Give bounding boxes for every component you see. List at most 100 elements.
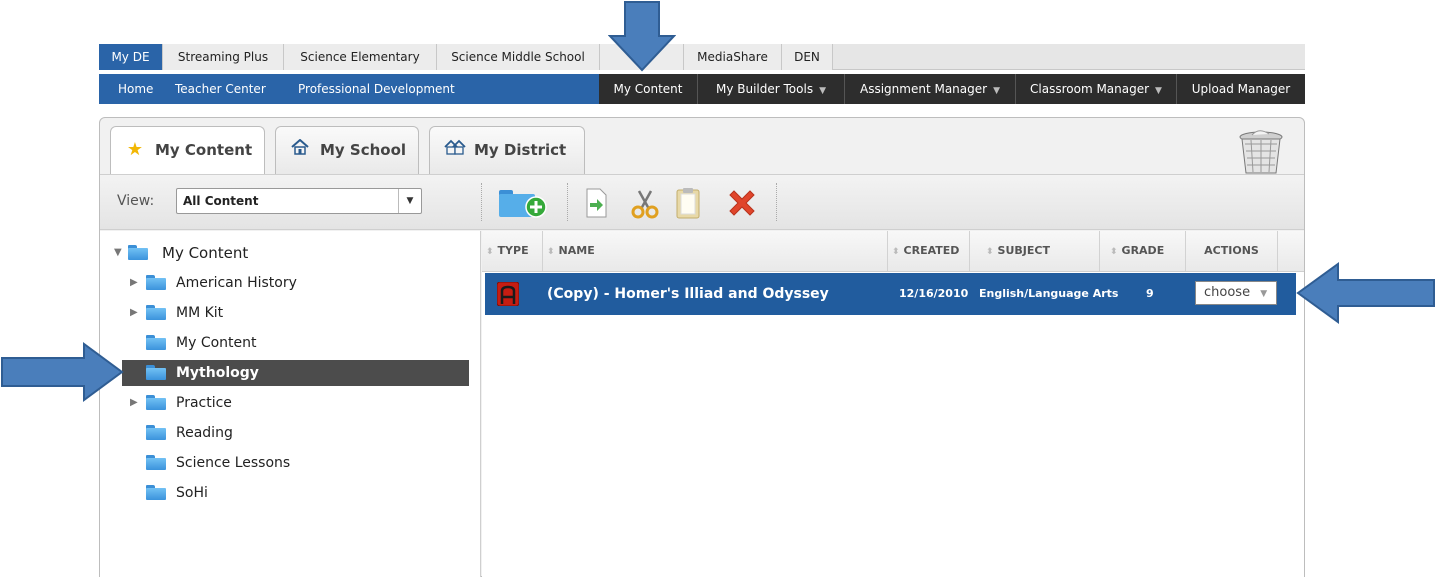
expand-arrow-icon: ▼ (114, 247, 122, 258)
column-header-grade-label: GRADE (1121, 244, 1165, 257)
callout-arrow-right-icon (1, 342, 124, 402)
column-header-actions: ACTIONS (1186, 231, 1278, 271)
folder-icon (146, 305, 166, 320)
tab-my-school-label: My School (320, 141, 407, 159)
trash-icon[interactable] (1235, 128, 1287, 176)
column-header-actions-label: ACTIONS (1204, 244, 1259, 257)
top-tab-science-elementary[interactable]: Science Elementary (284, 44, 437, 70)
tree-item-mythology[interactable]: Mythology (122, 360, 469, 386)
scissors-icon[interactable] (629, 187, 661, 219)
row-grade: 9 (1146, 287, 1154, 300)
sort-icon: ⬍ (1110, 247, 1118, 257)
column-header-created-label: CREATED (903, 244, 960, 257)
tab-my-district[interactable]: My District (429, 126, 585, 174)
tree-item-mm-kit[interactable]: ▶ MM Kit (122, 300, 462, 326)
content-menu-bar: My Content My Builder Tools ▼ Assignment … (599, 74, 1305, 104)
clipboard-icon[interactable] (674, 187, 702, 219)
view-select-value: All Content (183, 194, 259, 208)
menu-my-builder-tools-label: My Builder Tools (715, 82, 814, 96)
row-subject: English/Language Arts (979, 287, 1119, 300)
folder-tree: ▼ My Content ▶ American History ▶ MM Kit My … (100, 231, 481, 577)
callout-arrow-left-icon (1296, 262, 1435, 324)
sort-icon: ⬍ (486, 247, 494, 257)
star-icon: ★ (126, 139, 144, 160)
folder-icon (128, 245, 148, 260)
chevron-down-icon: ▼ (1260, 289, 1268, 299)
row-created: 12/16/2010 (899, 287, 969, 300)
column-header-type[interactable]: ⬍ TYPE (482, 231, 543, 271)
move-document-button[interactable] (583, 187, 609, 219)
toolbar-divider (481, 183, 483, 221)
folder-icon (146, 455, 166, 470)
assignment-icon (496, 281, 520, 307)
column-header-subject[interactable]: ⬍ SUBJECT (970, 231, 1100, 271)
top-tab-science-middle-school[interactable]: Science Middle School (437, 44, 600, 70)
chevron-down-icon: ▼ (819, 86, 826, 96)
toolbar-divider (567, 183, 569, 221)
nav-link-teacher-center[interactable]: Teacher Center (175, 74, 266, 104)
column-header-grade[interactable]: ⬍ GRADE (1100, 231, 1186, 271)
tree-item-label: Practice (176, 395, 232, 411)
actions-select-value: choose (1204, 285, 1251, 300)
content-panel: ★ My Content My School My District View: … (99, 117, 1305, 577)
view-select[interactable]: All Content ▼ (176, 188, 422, 214)
top-tab-streaming-plus[interactable]: Streaming Plus (163, 44, 284, 70)
tree-item-label: American History (176, 275, 297, 291)
menu-upload-manager-label: Upload Manager (1191, 82, 1291, 96)
menu-assignment-manager-label: Assignment Manager (860, 82, 988, 96)
tree-item-label: MM Kit (176, 305, 224, 321)
row-name[interactable]: (Copy) - Homer's Illiad and Odyssey (547, 273, 829, 315)
column-header-name[interactable]: ⬍ NAME (543, 231, 888, 271)
folder-icon (146, 365, 166, 380)
chevron-down-icon: ▼ (398, 189, 421, 213)
tree-item-american-history[interactable]: ▶ American History (122, 270, 462, 296)
table-row[interactable]: (Copy) - Homer's Illiad and Odyssey 12/1… (485, 273, 1296, 315)
chevron-down-icon: ▼ (1155, 86, 1162, 96)
tree-item-reading[interactable]: Reading (122, 420, 462, 446)
tree-root-label: My Content (162, 244, 249, 262)
column-header-created[interactable]: ⬍ CREATED (888, 231, 970, 271)
tree-item-science-lessons[interactable]: Science Lessons (122, 450, 462, 476)
menu-classroom-manager[interactable]: Classroom Manager ▼ (1015, 74, 1176, 104)
top-tab-mediashare[interactable]: MediaShare (684, 44, 782, 70)
tree-item-practice[interactable]: ▶ Practice (122, 390, 462, 416)
folder-icon (146, 275, 166, 290)
menu-my-builder-tools[interactable]: My Builder Tools ▼ (697, 74, 844, 104)
top-nav: My DE Streaming Plus Science Elementary … (99, 44, 1305, 70)
actions-select[interactable]: choose ▼ (1195, 281, 1277, 305)
column-header-name-label: NAME (558, 244, 595, 257)
expand-arrow-icon[interactable]: ▶ (130, 270, 138, 296)
nav-link-home[interactable]: Home (118, 74, 153, 104)
tree-item-label: My Content (176, 335, 257, 351)
grid-header: ⬍ TYPE ⬍ NAME ⬍ CREATED ⬍ SUBJECT ⬍ GRADE ACT… (482, 231, 1304, 272)
expand-arrow-icon[interactable]: ▶ (130, 390, 138, 416)
tab-my-school[interactable]: My School (275, 126, 419, 174)
folder-icon (146, 425, 166, 440)
menu-classroom-manager-label: Classroom Manager (1030, 82, 1150, 96)
district-icon (444, 127, 466, 173)
column-header-type-label: TYPE (497, 244, 529, 257)
school-icon (290, 127, 310, 173)
expand-arrow-icon[interactable]: ▶ (130, 300, 138, 326)
tab-my-content-label: My Content (155, 141, 253, 159)
tab-my-content[interactable]: ★ My Content (110, 126, 265, 176)
chevron-down-icon: ▼ (993, 86, 1000, 96)
toolbar-divider (776, 183, 778, 221)
delete-icon[interactable] (725, 187, 757, 219)
sort-icon: ⬍ (986, 247, 994, 257)
nav-link-professional-development[interactable]: Professional Development (298, 74, 455, 104)
menu-my-content[interactable]: My Content (599, 74, 697, 104)
menu-assignment-manager[interactable]: Assignment Manager ▼ (844, 74, 1015, 104)
top-tab-den[interactable]: DEN (782, 44, 833, 70)
new-folder-button[interactable] (498, 187, 550, 219)
tree-root[interactable]: ▼ My Content (100, 240, 481, 266)
column-header-subject-label: SUBJECT (997, 244, 1050, 257)
tree-item-sohi[interactable]: SoHi (122, 480, 462, 506)
menu-upload-manager[interactable]: Upload Manager (1176, 74, 1305, 104)
menu-my-content-label: My Content (613, 82, 683, 96)
tree-item-my-content[interactable]: My Content (122, 330, 462, 356)
sub-nav: Home Teacher Center Professional Develop… (99, 74, 1305, 104)
folder-icon (146, 485, 166, 500)
top-tab-my-de[interactable]: My DE (99, 44, 163, 70)
view-label: View: (117, 193, 155, 209)
